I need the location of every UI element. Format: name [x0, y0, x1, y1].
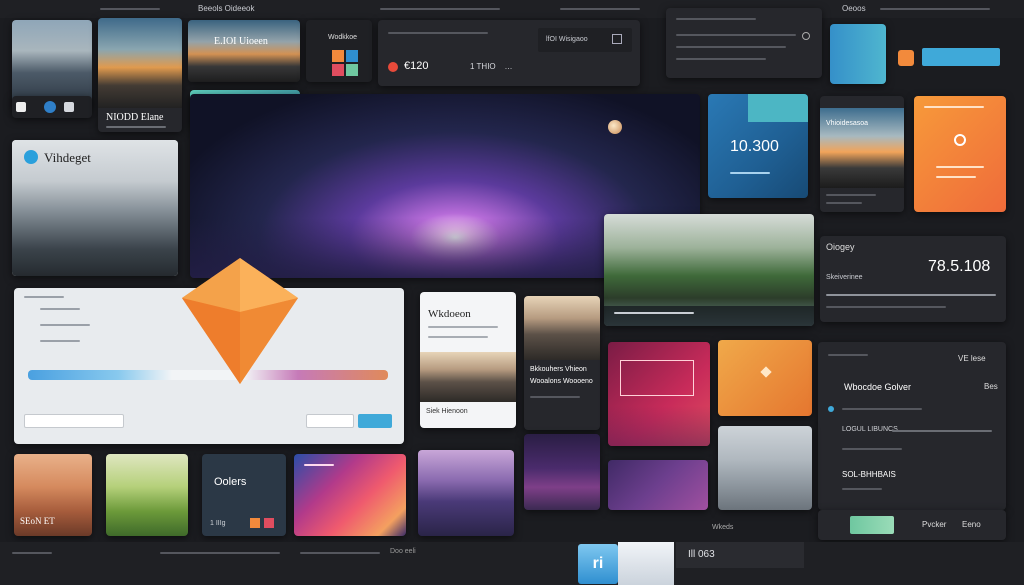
- stop-icon[interactable]: [264, 518, 274, 528]
- purple-scene-card[interactable]: [524, 434, 600, 510]
- form-label-2: Wooalons Woooeno: [530, 378, 593, 385]
- list-panel: VE lese Wbocdoe Golver Bes LOGUL LIBUNCS…: [818, 342, 1006, 510]
- form-label-3: Siek Hienoon: [426, 408, 468, 415]
- metric-2-value: 78.5.108: [928, 258, 991, 275]
- hero-title: E.IOI Uioeen: [214, 36, 268, 47]
- window-icon[interactable]: [64, 102, 74, 112]
- gradient-card[interactable]: [294, 454, 406, 536]
- list-item-1: LOGUL LIBUNCS: [842, 426, 898, 433]
- list-value: Bes: [984, 382, 998, 391]
- list-dot-icon[interactable]: [828, 406, 834, 412]
- metric-b: 1 THIO …: [470, 62, 513, 71]
- twitter-icon[interactable]: [24, 150, 38, 164]
- screen-bottom: Doo eeli: [390, 548, 416, 555]
- moon-icon: [608, 120, 622, 134]
- square-icon[interactable]: [16, 102, 26, 112]
- sunset-card-title: Vhioidesasoa: [826, 120, 869, 127]
- jungle-photo-card[interactable]: [604, 214, 814, 326]
- list-item-2: SOL-BHHBAIS: [842, 470, 896, 479]
- metric-1-value: 10.300: [730, 138, 779, 155]
- mountain-photo-card[interactable]: [12, 20, 92, 108]
- app-label: Wodkkoe: [328, 34, 358, 41]
- article-card[interactable]: Wkdoeon Siek Hienoon: [420, 292, 516, 428]
- bird-icon[interactable]: [44, 101, 56, 113]
- form-label-1: Bkkouhers Vhieon: [530, 366, 587, 373]
- taskbar-time: Ill 063: [688, 549, 715, 560]
- copy-icon[interactable]: [612, 34, 622, 44]
- big-title: NIODD Elane: [106, 112, 164, 123]
- mini-chart: [850, 516, 894, 534]
- app-icons-card: Wodkkoe: [306, 20, 372, 82]
- widget-card[interactable]: Vihdeget: [12, 140, 178, 276]
- primary-button[interactable]: [922, 48, 1000, 66]
- hero-title-card[interactable]: E.IOI Uioeen: [188, 20, 300, 82]
- metric-2-label: Oiogey: [826, 242, 855, 252]
- sunset-preview-card[interactable]: NIODD Elane: [98, 18, 182, 132]
- app-badge-icon[interactable]: [898, 50, 914, 66]
- desert-label: SEoN ET: [20, 516, 55, 526]
- taskbar-app-button[interactable]: ri: [578, 544, 618, 584]
- play-icon[interactable]: [250, 518, 260, 528]
- form-title: Wkdoeon: [428, 308, 471, 320]
- top-bar: Beeols Oideeok Oeoos: [0, 0, 1024, 18]
- taskbar: Doo eeli ri Ill 063: [0, 542, 1024, 585]
- purple-gradient-card[interactable]: [608, 460, 708, 510]
- price-value: €120: [404, 60, 429, 72]
- metric-card-2[interactable]: Oiogey 78.5.108 Skeiverinee: [820, 236, 1006, 322]
- desktop-status: Wkeds: [712, 524, 734, 531]
- magenta-frame-card[interactable]: [608, 342, 710, 446]
- orange-square-card[interactable]: [718, 340, 812, 416]
- footer-sub: Eeno: [962, 520, 981, 529]
- list-title: Wbocdoe Golver: [844, 382, 912, 392]
- mini-toolbar: [12, 96, 92, 118]
- settings-panel: [666, 8, 822, 78]
- footer-label: Pvcker: [922, 520, 947, 529]
- mist-card[interactable]: [718, 426, 812, 510]
- top-bar-title: Beeols Oideeok: [198, 4, 255, 13]
- sale-card[interactable]: Oolers 1 IIIg: [202, 454, 286, 536]
- submit-button[interactable]: [358, 414, 392, 428]
- form-input-2[interactable]: [306, 414, 354, 428]
- metric-card-blue[interactable]: 10.300: [708, 94, 808, 198]
- grass-card[interactable]: [106, 454, 188, 536]
- orange-gem-icon: [182, 258, 298, 384]
- sale-title: Oolers: [214, 476, 247, 488]
- sale-subtitle: 1 IIIg: [210, 520, 226, 527]
- orange-feature-card[interactable]: [914, 96, 1006, 212]
- sparkle-icon: [760, 366, 772, 378]
- purple-mountain-card[interactable]: [418, 450, 514, 536]
- desert-card[interactable]: SEoN ET: [14, 454, 92, 536]
- price-card[interactable]: €120 1 THIO … lfOI Wisigaoo: [378, 20, 640, 86]
- mini-stat: Skeiverinee: [826, 274, 863, 281]
- settings-dot-icon[interactable]: [802, 32, 810, 40]
- sunset-list-card[interactable]: Vhioidesasoa: [820, 96, 904, 212]
- footer-panel: Pvcker Eeno: [818, 510, 1006, 540]
- taskbar-app-glyph: ri: [592, 555, 604, 572]
- target-icon: [954, 134, 966, 146]
- form-input[interactable]: [24, 414, 124, 428]
- record-icon[interactable]: [388, 62, 398, 72]
- widget-title: Vihdeget: [44, 150, 91, 165]
- list-header: VE lese: [958, 354, 986, 363]
- app-grid-icon[interactable]: [332, 50, 360, 78]
- sky-thumbnail[interactable]: [830, 24, 886, 84]
- photo-article-card[interactable]: Bkkouhers Vhieon Wooalons Woooeno: [524, 296, 600, 430]
- metric-b-sub: lfOI Wisigaoo: [546, 36, 588, 43]
- top-bar-right-label: Oeoos: [842, 4, 866, 13]
- frame-outline: [620, 360, 694, 396]
